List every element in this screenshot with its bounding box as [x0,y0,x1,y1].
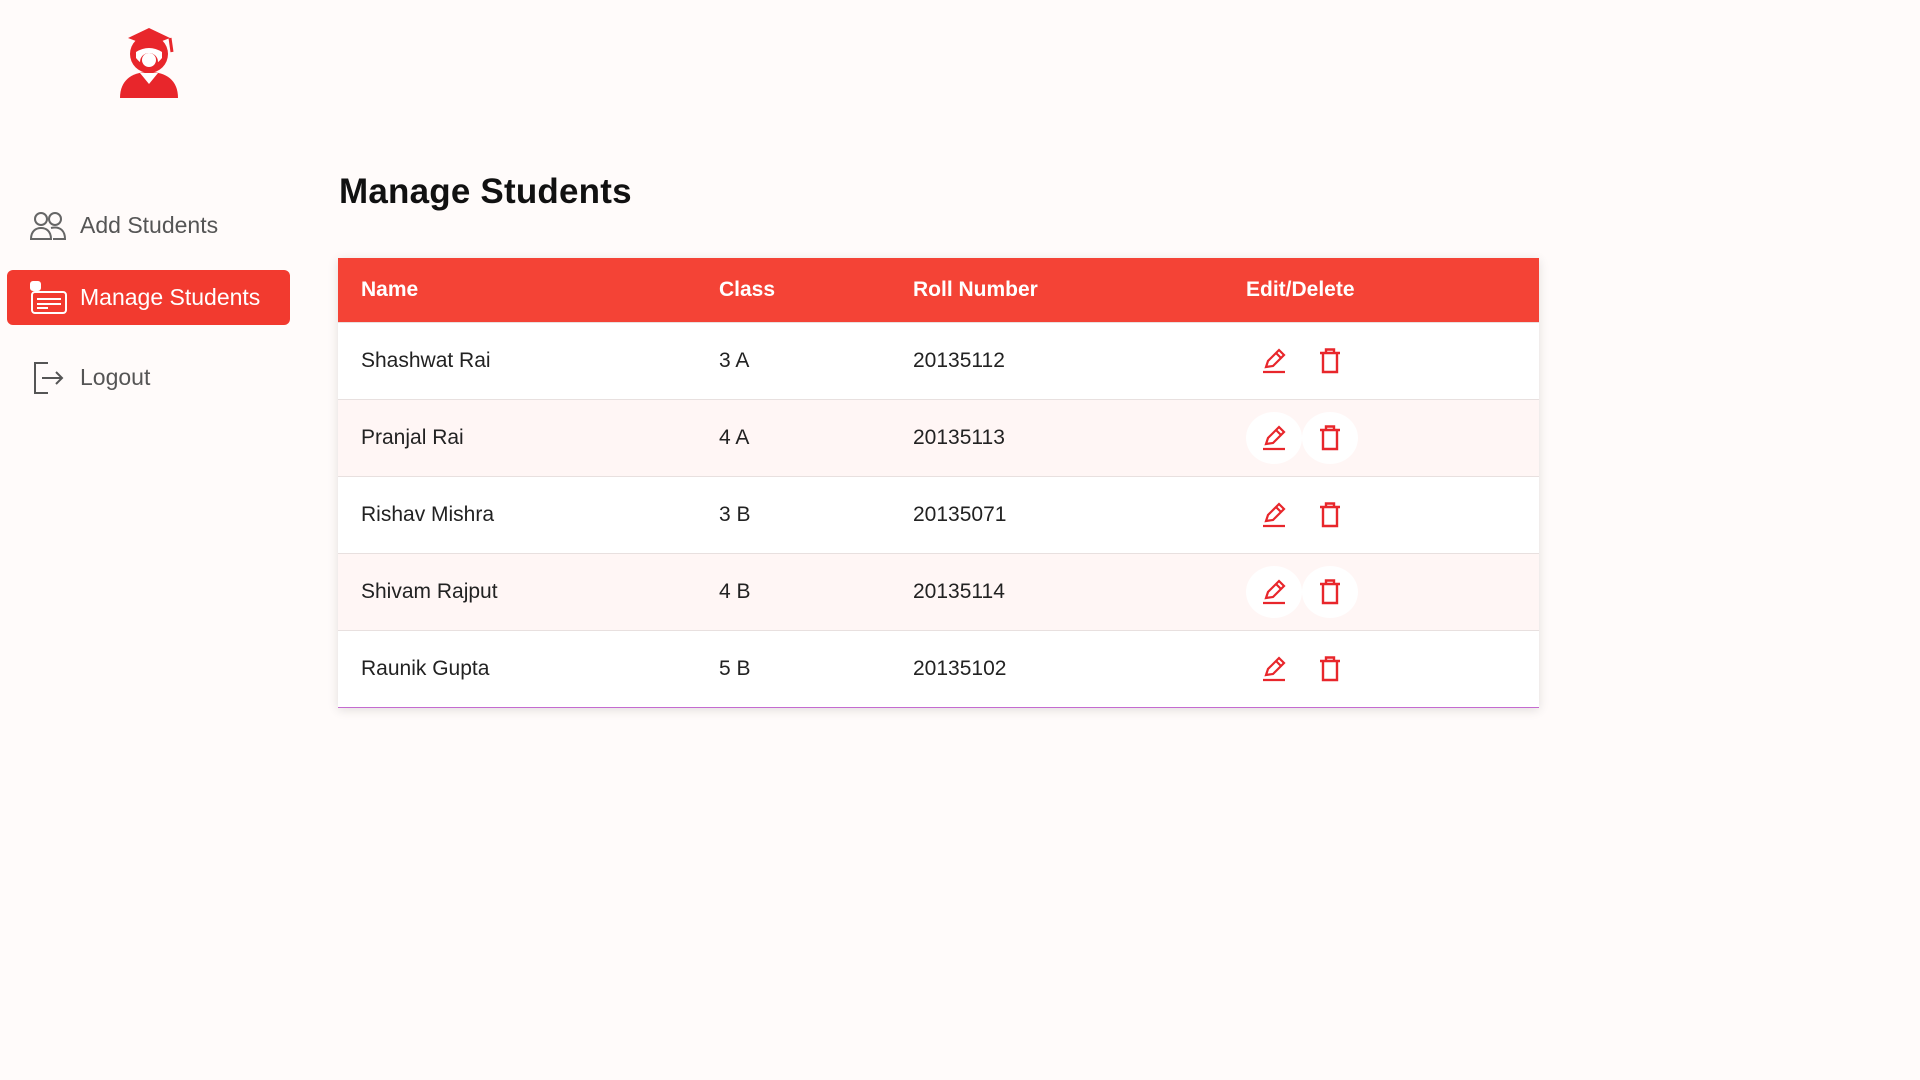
delete-button[interactable] [1302,566,1358,618]
sidebar-item-manage-students[interactable]: Manage Students [7,270,290,325]
student-name: Pranjal Rai [361,426,464,449]
pencil-icon [1263,348,1286,374]
trash-icon [1320,579,1340,605]
users-icon [30,208,70,244]
delete-button[interactable] [1302,489,1358,541]
sidebar-item-add-students[interactable]: Add Students [7,198,290,253]
edit-button[interactable] [1246,412,1302,464]
header-name: Name [361,278,419,301]
row-actions [1246,566,1358,618]
student-roll-number: 20135112 [913,349,1005,372]
students-table: Name Class Roll Number Edit/Delete Shash… [338,258,1539,708]
student-graduate-icon [114,22,184,100]
sidebar-item-label: Add Students [80,212,219,238]
edit-button[interactable] [1246,643,1302,695]
logout-icon [30,360,70,396]
table-row: Shivam Rajput 4 B 20135114 [338,553,1539,630]
pencil-icon [1263,502,1286,528]
student-class: 3 A [719,349,750,372]
id-card-icon [30,280,70,316]
delete-button[interactable] [1302,412,1358,464]
sidebar-item-label: Manage Students [80,284,261,310]
student-name: Shivam Rajput [361,580,498,603]
row-actions [1246,643,1358,695]
trash-icon [1320,502,1340,528]
edit-button[interactable] [1246,566,1302,618]
student-name: Shashwat Rai [361,349,491,372]
table-row: Rishav Mishra 3 B 20135071 [338,476,1539,553]
pencil-icon [1263,579,1286,605]
trash-icon [1320,425,1340,451]
edit-button[interactable] [1246,489,1302,541]
sidebar-item-logout[interactable]: Logout [7,350,290,405]
table-header: Name Class Roll Number Edit/Delete [338,258,1539,322]
pencil-icon [1263,656,1286,682]
student-roll-number: 20135071 [913,503,1007,526]
table-row: Pranjal Rai 4 A 20135113 [338,399,1539,476]
header-class: Class [719,278,776,301]
pencil-icon [1263,425,1286,451]
delete-button[interactable] [1302,335,1358,387]
header-roll-number: Roll Number [913,278,1038,301]
student-class: 5 B [719,657,751,680]
student-class: 4 B [719,580,751,603]
table-row: Shashwat Rai 3 A 20135112 [338,322,1539,399]
student-class: 3 B [719,503,751,526]
trash-icon [1320,656,1340,682]
table-row: Raunik Gupta 5 B 20135102 [338,630,1539,707]
student-roll-number: 20135113 [913,426,1005,449]
header-edit-delete: Edit/Delete [1246,278,1355,301]
student-roll-number: 20135102 [913,657,1007,680]
trash-icon [1320,348,1340,374]
row-actions [1246,335,1358,387]
delete-button[interactable] [1302,643,1358,695]
student-class: 4 A [719,426,750,449]
row-actions [1246,489,1358,541]
edit-button[interactable] [1246,335,1302,387]
student-name: Raunik Gupta [361,657,490,680]
student-roll-number: 20135114 [913,580,1005,603]
student-name: Rishav Mishra [361,503,495,526]
page-title: Manage Students [339,172,632,211]
row-actions [1246,412,1358,464]
sidebar-item-label: Logout [80,364,151,390]
